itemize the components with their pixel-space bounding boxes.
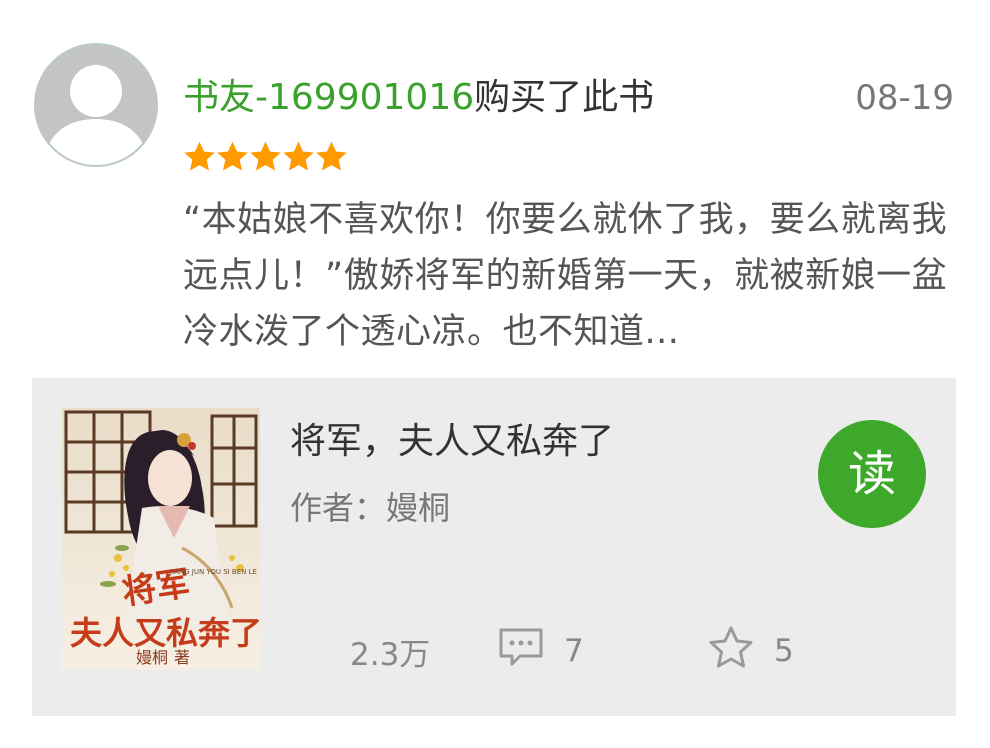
- default-user-avatar-icon: [36, 45, 156, 165]
- star-outline-icon: [708, 625, 754, 677]
- comment-icon: [498, 627, 544, 675]
- book-title[interactable]: 将军，夫人又私奔了: [290, 418, 614, 466]
- svg-text:JIANG JUN YOU SI BEN LE: JIANG JUN YOU SI BEN LE: [169, 568, 257, 576]
- author-name[interactable]: 嫚桐: [386, 489, 450, 527]
- review-header: 书友-169901016购买了此书: [183, 74, 654, 122]
- book-card[interactable]: 将军 夫人又私奔了 JIANG JUN YOU SI BEN LE 嫚桐 著 将…: [32, 378, 956, 716]
- comments-value: 7: [564, 633, 584, 669]
- favorites-value: 5: [774, 633, 794, 669]
- svg-text:著: 著: [174, 648, 190, 667]
- review-text[interactable]: “本姑娘不喜欢你！你要么就休了我，要么就离我远点儿！”傲娇将军的新婚第一天，就被…: [183, 192, 953, 360]
- review-date: 08-19: [855, 78, 954, 118]
- author-label: 作者：: [290, 489, 387, 527]
- views-count: 2.3万: [350, 626, 430, 676]
- user-avatar[interactable]: [34, 43, 158, 167]
- views-value: 2.3万: [350, 636, 431, 673]
- review-item: 书友-169901016购买了此书 08-19 “本姑娘不喜欢你！你要么就休了我…: [0, 0, 990, 748]
- rating-star-icon: [316, 141, 347, 171]
- rating-star-icon: [184, 141, 215, 171]
- rating-star-icon: [283, 141, 314, 171]
- reviewer-username[interactable]: 书友-169901016: [183, 77, 474, 118]
- svg-text:夫人又私奔了: 夫人又私奔了: [70, 614, 260, 652]
- rating-star-icon: [217, 141, 248, 171]
- favorites-stat[interactable]: 5: [708, 626, 794, 676]
- review-action-text: 购买了此书: [474, 77, 655, 118]
- book-author: 作者：嫚桐: [290, 486, 450, 530]
- comments-stat[interactable]: 7: [498, 626, 584, 676]
- book-cover-image: 将军 夫人又私奔了 JIANG JUN YOU SI BEN LE 嫚桐 著: [62, 408, 260, 670]
- rating-stars: [183, 140, 348, 174]
- book-cover[interactable]: 将军 夫人又私奔了 JIANG JUN YOU SI BEN LE 嫚桐 著: [62, 408, 260, 670]
- rating-star-icon: [250, 141, 281, 171]
- svg-text:嫚桐: 嫚桐: [136, 648, 168, 667]
- read-button[interactable]: 读: [818, 420, 926, 528]
